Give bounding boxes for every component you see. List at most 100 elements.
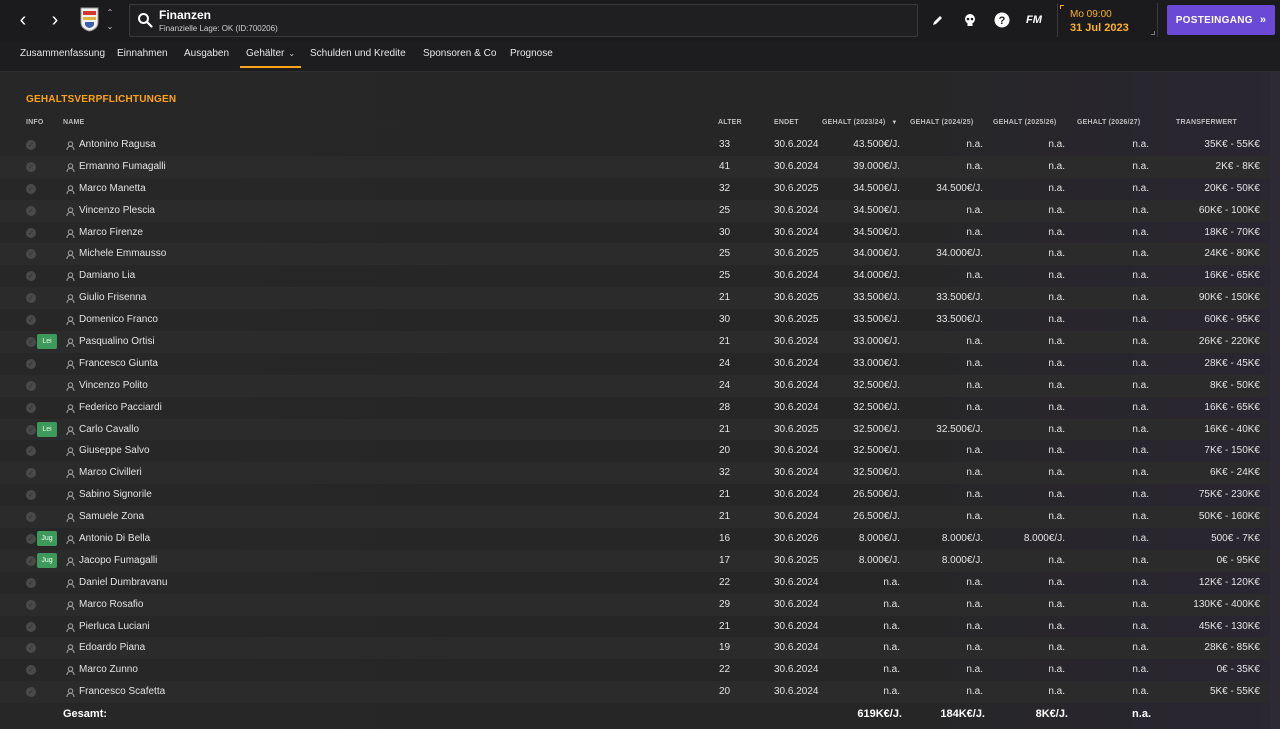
- column-header-salary-2024[interactable]: GEHALT (2024/25): [910, 119, 973, 126]
- info-check-icon[interactable]: ✓: [26, 293, 36, 304]
- tab-sponsoren[interactable]: Sponsoren & Co: [423, 48, 496, 59]
- player-name-link[interactable]: Vincenzo Plescia: [79, 205, 155, 216]
- table-row[interactable]: ✓ Antonino Ragusa 33 30.6.2024 43.500€/J. n.a…: [0, 134, 1270, 156]
- info-check-icon[interactable]: ✓: [26, 665, 36, 676]
- table-row[interactable]: ✓ Damiano Lia 25 30.6.2024 34.000€/J. n.a. n.a…: [0, 265, 1270, 287]
- table-row[interactable]: ✓ Francesco Giunta 24 30.6.2024 33.000€/J. n.…: [0, 353, 1270, 375]
- player-name-link[interactable]: Carlo Cavallo: [79, 424, 139, 435]
- info-check-icon[interactable]: ✓: [26, 599, 36, 610]
- column-header-transfer-value[interactable]: TRANSFERWERT: [1176, 119, 1237, 126]
- table-row[interactable]: ✓ Michele Emmausso 25 30.6.2025 34.000€/J. 34…: [0, 243, 1270, 266]
- info-check-icon[interactable]: ✓: [26, 446, 36, 457]
- player-name-link[interactable]: Pierluca Luciani: [79, 621, 150, 632]
- player-name-link[interactable]: Domenico Franco: [79, 314, 158, 325]
- forward-arrow-icon[interactable]: ›: [42, 6, 68, 34]
- info-check-icon[interactable]: ✓: [26, 227, 36, 238]
- player-name-link[interactable]: Marco Rosafio: [79, 599, 143, 610]
- fm-logo-icon[interactable]: FM: [1024, 10, 1044, 30]
- player-status-badge[interactable]: Lei: [37, 334, 57, 350]
- info-check-icon[interactable]: ✓: [26, 271, 36, 282]
- column-header-salary-2023[interactable]: GEHALT (2023/24) ▼: [822, 119, 898, 126]
- table-row[interactable]: ✓ Ermanno Fumagalli 41 30.6.2024 39.000€/J. n…: [0, 155, 1270, 178]
- player-name-link[interactable]: Samuele Zona: [79, 511, 144, 522]
- table-row[interactable]: ✓ Marco Manetta 32 30.6.2025 34.500€/J. 34.50…: [0, 178, 1270, 200]
- info-check-icon[interactable]: ✓: [26, 512, 36, 523]
- info-check-icon[interactable]: ✓: [26, 534, 36, 545]
- table-row[interactable]: ✓ Marco Rosafio 29 30.6.2024 n.a. n.a. n.a. n.a…: [0, 593, 1270, 616]
- tab-prognose[interactable]: Prognose: [510, 48, 553, 59]
- info-check-icon[interactable]: ✓: [26, 183, 36, 194]
- inbox-button[interactable]: POSTEINGANG »: [1167, 5, 1275, 35]
- table-row[interactable]: ✓ Marco Firenze 30 30.6.2024 34.500€/J. n.a. n…: [0, 222, 1270, 244]
- club-crest-icon[interactable]: [80, 7, 99, 32]
- table-row[interactable]: ✓ Lei Pasqualino Ortisi 21 30.6.2024 33.000€/…: [0, 331, 1270, 353]
- info-check-icon[interactable]: ✓: [26, 687, 36, 698]
- info-check-icon[interactable]: ✓: [26, 424, 36, 435]
- table-row[interactable]: ✓ Vincenzo Polito 24 30.6.2024 32.500€/J. n.a…: [0, 374, 1270, 397]
- player-name-link[interactable]: Giulio Frisenna: [79, 292, 146, 303]
- scrollbar[interactable]: [1270, 72, 1280, 729]
- table-row[interactable]: ✓ Edoardo Piana 19 30.6.2024 n.a. n.a. n.a. n.a…: [0, 637, 1270, 660]
- player-status-badge[interactable]: Jug: [37, 531, 57, 547]
- title-search-box[interactable]: Finanzen Finanzielle Lage: OK (ID:700206…: [129, 4, 918, 37]
- table-row[interactable]: ✓ Lei Carlo Cavallo 21 30.6.2025 32.500€/J. 32…: [0, 418, 1270, 441]
- player-name-link[interactable]: Federico Pacciardi: [79, 402, 162, 413]
- table-row[interactable]: ✓ Francesco Scafetta 20 30.6.2024 n.a. n.a. n.…: [0, 681, 1270, 704]
- info-check-icon[interactable]: ✓: [26, 380, 36, 391]
- info-check-icon[interactable]: ✓: [26, 577, 36, 588]
- info-check-icon[interactable]: ✓: [26, 315, 36, 326]
- player-name-link[interactable]: Francesco Scafetta: [79, 686, 165, 697]
- club-switch-stepper[interactable]: ⌃ ⌄: [103, 9, 117, 31]
- column-header-info[interactable]: INFO: [26, 119, 44, 126]
- player-name-link[interactable]: Giuseppe Salvo: [79, 445, 150, 456]
- column-header-salary-2026[interactable]: GEHALT (2026/27): [1077, 119, 1140, 126]
- info-check-icon[interactable]: ✓: [26, 249, 36, 260]
- table-row[interactable]: ✓ Jug Jacopo Fumagalli 17 30.6.2025 8.000€/J.…: [0, 549, 1270, 572]
- player-name-link[interactable]: Damiano Lia: [79, 270, 135, 281]
- table-row[interactable]: ✓ Giulio Frisenna 21 30.6.2025 33.500€/J. 33.…: [0, 287, 1270, 310]
- player-name-link[interactable]: Marco Firenze: [79, 227, 143, 238]
- info-check-icon[interactable]: ✓: [26, 161, 36, 172]
- game-date-block[interactable]: Mo 09:00 31 Jul 2023: [1057, 3, 1158, 37]
- edit-icon[interactable]: [928, 10, 948, 30]
- player-status-badge[interactable]: Jug: [37, 552, 57, 568]
- info-check-icon[interactable]: ✓: [26, 337, 36, 348]
- player-name-link[interactable]: Ermanno Fumagalli: [79, 161, 166, 172]
- info-check-icon[interactable]: ✓: [26, 555, 36, 566]
- column-header-age[interactable]: ALTER: [718, 119, 742, 126]
- help-icon[interactable]: ?: [992, 10, 1012, 30]
- player-name-link[interactable]: Francesco Giunta: [79, 358, 158, 369]
- player-name-link[interactable]: Marco Zunno: [79, 664, 138, 675]
- player-name-link[interactable]: Vincenzo Polito: [79, 380, 148, 391]
- back-arrow-icon[interactable]: ‹: [10, 6, 36, 34]
- tab-gehaelter[interactable]: Gehälter ⌄: [239, 48, 302, 68]
- tab-ausgaben[interactable]: Ausgaben: [184, 48, 229, 59]
- table-row[interactable]: ✓ Domenico Franco 30 30.6.2025 33.500€/J. 33.…: [0, 309, 1270, 331]
- skull-icon[interactable]: [960, 10, 980, 30]
- table-row[interactable]: ✓ Pierluca Luciani 21 30.6.2024 n.a. n.a. n.a.…: [0, 616, 1270, 638]
- info-check-icon[interactable]: ✓: [26, 402, 36, 413]
- player-name-link[interactable]: Antonino Ragusa: [79, 139, 156, 150]
- player-name-link[interactable]: Jacopo Fumagalli: [79, 555, 157, 566]
- table-row[interactable]: ✓ Federico Pacciardi 28 30.6.2024 32.500€/J.…: [0, 397, 1270, 419]
- info-check-icon[interactable]: ✓: [26, 643, 36, 654]
- player-name-link[interactable]: Antonio Di Bella: [79, 533, 150, 544]
- player-name-link[interactable]: Marco Manetta: [79, 183, 146, 194]
- info-check-icon[interactable]: ✓: [26, 621, 36, 632]
- player-status-badge[interactable]: Lei: [37, 421, 57, 437]
- player-name-link[interactable]: Marco Civilleri: [79, 467, 142, 478]
- table-row[interactable]: ✓ Samuele Zona 21 30.6.2024 26.500€/J. n.a. n.…: [0, 506, 1270, 529]
- player-name-link[interactable]: Pasqualino Ortisi: [79, 336, 155, 347]
- info-check-icon[interactable]: ✓: [26, 468, 36, 479]
- table-row[interactable]: ✓ Daniel Dumbravanu 22 30.6.2024 n.a. n.a. n.a…: [0, 572, 1270, 594]
- player-name-link[interactable]: Michele Emmausso: [79, 248, 166, 259]
- search-icon[interactable]: [137, 12, 153, 28]
- column-header-salary-2025[interactable]: GEHALT (2025/26): [993, 119, 1056, 126]
- tab-einnahmen[interactable]: Einnahmen: [117, 48, 168, 59]
- table-row[interactable]: ✓ Marco Civilleri 32 30.6.2024 32.500€/J. n.a…: [0, 462, 1270, 485]
- info-check-icon[interactable]: ✓: [26, 358, 36, 369]
- column-header-ends[interactable]: ENDET: [774, 119, 799, 126]
- column-header-name[interactable]: NAME: [63, 119, 84, 126]
- tab-zusammenfassung[interactable]: Zusammenfassung: [20, 48, 105, 59]
- table-row[interactable]: ✓ Sabino Signorile 21 30.6.2024 26.500€/J. n.…: [0, 484, 1270, 506]
